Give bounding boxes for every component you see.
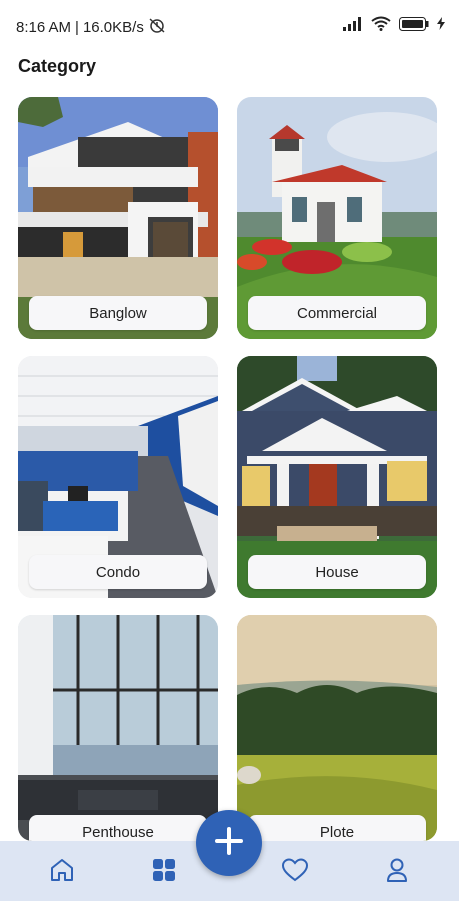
status-time: 8:16 AM bbox=[16, 18, 72, 36]
add-button[interactable] bbox=[196, 810, 262, 876]
alarm-off-icon bbox=[148, 17, 166, 37]
grid-icon[interactable] bbox=[150, 856, 178, 884]
category-label: House bbox=[248, 555, 426, 589]
heart-icon[interactable] bbox=[281, 856, 309, 884]
home-icon[interactable] bbox=[48, 856, 76, 884]
signal-icon bbox=[343, 16, 363, 36]
category-label: Banglow bbox=[29, 296, 207, 330]
category-label: Condo bbox=[29, 555, 207, 589]
category-label: Penthouse bbox=[29, 815, 207, 841]
field-land-photo bbox=[237, 615, 437, 841]
status-network-speed: 16.0KB/s bbox=[82, 18, 144, 36]
status-left: 8:16 AM | 16.0KB/s bbox=[16, 17, 166, 37]
category-label: Plote bbox=[248, 815, 426, 841]
category-card-condo[interactable]: Condo bbox=[18, 356, 218, 598]
category-card-penthouse[interactable]: Penthouse bbox=[18, 615, 218, 841]
status-right bbox=[343, 16, 445, 36]
penthouse-interior-photo bbox=[18, 615, 218, 841]
wifi-icon bbox=[371, 16, 391, 36]
profile-icon[interactable] bbox=[383, 856, 411, 884]
category-card-commercial[interactable]: Commercial bbox=[237, 97, 437, 339]
category-card-house[interactable]: House bbox=[237, 356, 437, 598]
category-card-plote[interactable]: Plote bbox=[237, 615, 437, 841]
charging-icon bbox=[437, 17, 445, 35]
category-label: Commercial bbox=[248, 296, 426, 330]
plus-icon bbox=[213, 825, 245, 862]
category-card-banglow[interactable]: Banglow bbox=[18, 97, 218, 339]
status-separator: | bbox=[75, 18, 79, 36]
battery-icon bbox=[399, 16, 429, 36]
page-title: Category bbox=[18, 56, 97, 76]
status-bar: 8:16 AM | 16.0KB/s bbox=[0, 0, 459, 48]
